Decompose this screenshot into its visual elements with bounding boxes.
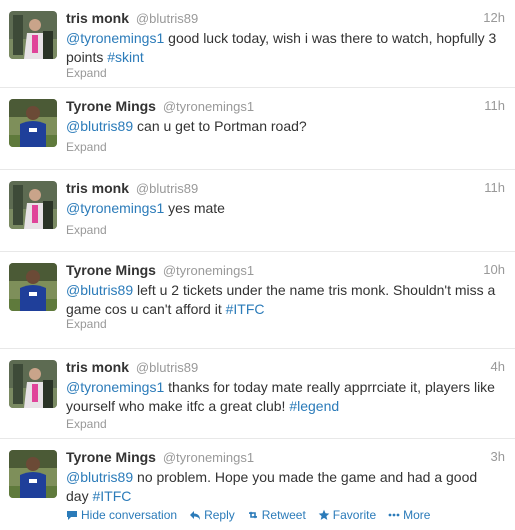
retweet-icon <box>248 511 257 519</box>
tweet-text: @blutris89 left u 2 tickets under the na… <box>66 281 501 319</box>
mention-link[interactable]: @blutris89 <box>66 469 133 485</box>
avatar-tris-monk[interactable] <box>9 360 57 408</box>
retweet-button[interactable]: Retweet <box>247 508 306 522</box>
author-name[interactable]: Tyrone Mings <box>66 262 156 278</box>
timestamp[interactable]: 3h <box>491 448 505 466</box>
avatar-tris-monk[interactable] <box>9 181 57 229</box>
favorite-button[interactable]: Favorite <box>318 508 376 522</box>
hashtag-link[interactable]: #legend <box>289 398 339 414</box>
avatar-tyrone-mings[interactable] <box>9 99 57 147</box>
avatar-tris-monk[interactable] <box>9 11 57 59</box>
tweet[interactable]: tris monk @blutris89 4h @tyronemings1 th… <box>0 349 515 439</box>
author-handle[interactable]: @tyronemings1 <box>163 450 254 465</box>
mention-link[interactable]: @tyronemings1 <box>66 379 164 395</box>
avatar-tyrone-mings[interactable] <box>9 263 57 311</box>
hide-conversation-button[interactable]: Hide conversation <box>66 508 177 522</box>
more-button[interactable]: More <box>388 508 430 522</box>
timestamp[interactable]: 12h <box>483 9 505 27</box>
author-handle[interactable]: @blutris89 <box>136 181 198 196</box>
more-dots-icon <box>388 513 400 517</box>
author-handle[interactable]: @tyronemings1 <box>163 263 254 278</box>
author-name[interactable]: Tyrone Mings <box>66 98 156 114</box>
mention-link[interactable]: @blutris89 <box>66 282 133 298</box>
tweet-text-body: yes mate <box>164 200 225 216</box>
timestamp[interactable]: 4h <box>491 358 505 376</box>
author-name[interactable]: tris monk <box>66 10 129 26</box>
tweet-actions: Hide conversation Reply Retweet Favorite… <box>66 508 430 522</box>
tweet-text: @tyronemings1 yes mate <box>66 199 501 218</box>
more-label: More <box>403 508 431 522</box>
favorite-label: Favorite <box>332 508 377 522</box>
timestamp[interactable]: 11h <box>484 97 505 115</box>
tweet-text: @tyronemings1 good luck today, wish i wa… <box>66 29 501 67</box>
expand-link[interactable]: Expand <box>66 317 107 331</box>
mention-link[interactable]: @blutris89 <box>66 118 133 134</box>
hide-conversation-label: Hide conversation <box>81 508 178 522</box>
timestamp[interactable]: 11h <box>484 179 505 197</box>
timestamp[interactable]: 10h <box>483 261 505 279</box>
hashtag-link[interactable]: #ITFC <box>92 488 131 504</box>
author-name[interactable]: tris monk <box>66 180 129 196</box>
author-name[interactable]: Tyrone Mings <box>66 449 156 465</box>
author-handle[interactable]: @tyronemings1 <box>163 99 254 114</box>
tweet[interactable]: Tyrone Mings @tyronemings1 10h @blutris8… <box>0 252 515 349</box>
tweet-text: @blutris89 no problem. Hope you made the… <box>66 468 501 506</box>
star-icon <box>318 509 330 520</box>
avatar-tyrone-mings[interactable] <box>9 450 57 498</box>
tweet-text: @blutris89 can u get to Portman road? <box>66 117 501 136</box>
expand-link[interactable]: Expand <box>66 223 107 237</box>
reply-label: Reply <box>204 508 235 522</box>
reply-arrow-icon <box>190 511 201 520</box>
mention-link[interactable]: @tyronemings1 <box>66 30 164 46</box>
mention-link[interactable]: @tyronemings1 <box>66 200 164 216</box>
tweet-expanded[interactable]: Tyrone Mings @tyronemings1 3h @blutris89… <box>0 439 515 530</box>
hashtag-link[interactable]: #skint <box>107 49 144 65</box>
tweet[interactable]: tris monk @blutris89 11h @tyronemings1 y… <box>0 170 515 252</box>
speech-bubble-icon <box>67 511 77 520</box>
expand-link[interactable]: Expand <box>66 417 107 431</box>
tweet[interactable]: tris monk @blutris89 12h @tyronemings1 g… <box>0 0 515 88</box>
hashtag-link[interactable]: #ITFC <box>226 301 265 317</box>
tweet-text-body: can u get to Portman road? <box>133 118 307 134</box>
author-name[interactable]: tris monk <box>66 359 129 375</box>
expand-link[interactable]: Expand <box>66 140 107 154</box>
author-handle[interactable]: @blutris89 <box>136 11 198 26</box>
expand-link[interactable]: Expand <box>66 66 107 80</box>
retweet-label: Retweet <box>261 508 306 522</box>
tweet-timeline: tris monk @blutris89 12h @tyronemings1 g… <box>0 0 515 530</box>
tweet[interactable]: Tyrone Mings @tyronemings1 11h @blutris8… <box>0 88 515 170</box>
author-handle[interactable]: @blutris89 <box>136 360 198 375</box>
tweet-text: @tyronemings1 thanks for today mate real… <box>66 378 501 416</box>
reply-button[interactable]: Reply <box>189 508 235 522</box>
